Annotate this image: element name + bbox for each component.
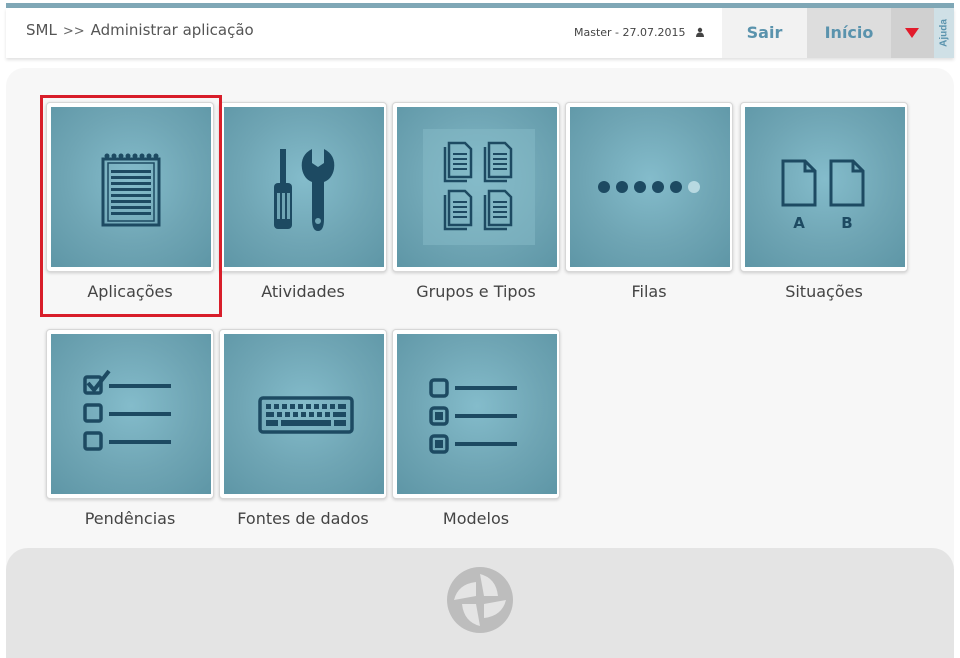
chevron-down-icon	[905, 28, 919, 38]
tile-icon-area: A B	[745, 107, 905, 267]
footer	[6, 548, 954, 658]
user-label: Master - 27.07.2015	[574, 26, 686, 39]
tile-icon-area	[224, 107, 384, 267]
tile-label: Grupos e Tipos	[416, 282, 536, 301]
svg-text:B: B	[841, 214, 852, 232]
tile-label: Pendências	[84, 509, 176, 528]
user-icon	[696, 27, 705, 37]
breadcrumb-current: Administrar aplicação	[90, 21, 254, 39]
brand-logo-icon	[447, 567, 513, 633]
checklist-icon	[83, 369, 171, 451]
tile-label: Situações	[785, 282, 863, 301]
tile-label: Modelos	[442, 509, 510, 528]
pages-ab-icon: A B	[781, 159, 865, 232]
tile-icon-area	[397, 107, 557, 267]
tile-modelos[interactable]: Modelos	[392, 329, 560, 549]
tile-icon-area	[51, 334, 211, 494]
tile-filas[interactable]: Filas	[565, 102, 733, 322]
tile-frame	[219, 102, 387, 272]
tile-label: Atividades	[261, 282, 345, 301]
tile-frame	[46, 329, 214, 499]
tile-icon-area	[570, 107, 730, 267]
help-label: Ajuda	[938, 19, 950, 47]
tile-fontes-de-dados[interactable]: Fontes de dados	[219, 329, 387, 549]
tile-icon-area	[224, 334, 384, 494]
breadcrumb: SML >> Administrar aplicação	[26, 21, 254, 39]
tile-pendencias[interactable]: Pendências	[46, 329, 214, 549]
home-button[interactable]: Início	[807, 8, 891, 58]
selection-highlight	[40, 95, 222, 317]
menu-dropdown-button[interactable]	[891, 8, 934, 58]
tile-frame	[392, 102, 560, 272]
svg-text:A: A	[793, 214, 805, 232]
documents-grid-icon	[423, 129, 535, 245]
tile-situacoes[interactable]: A B Situações	[740, 102, 908, 322]
logout-button[interactable]: Sair	[722, 8, 807, 58]
tile-frame	[392, 329, 560, 499]
radio-list-icon	[429, 378, 517, 454]
breadcrumb-separator: >>	[62, 24, 85, 39]
keyboard-icon	[258, 396, 354, 434]
help-button[interactable]: Ajuda	[934, 8, 954, 58]
breadcrumb-root[interactable]: SML	[26, 21, 57, 39]
tile-frame	[219, 329, 387, 499]
tile-atividades[interactable]: Atividades	[219, 102, 387, 322]
tile-label: Fontes de dados	[237, 509, 369, 528]
tile-frame: A B	[740, 102, 908, 272]
user-info: Master - 27.07.2015	[574, 26, 705, 39]
tile-grupos-e-tipos[interactable]: Grupos e Tipos	[392, 102, 560, 322]
tile-label: Filas	[631, 282, 667, 301]
tools-icon	[274, 149, 335, 231]
header-bar: SML >> Administrar aplicação Master - 27.0…	[6, 8, 954, 58]
tile-frame	[565, 102, 733, 272]
tile-icon-area	[397, 334, 557, 494]
dots-queue-icon	[598, 181, 700, 193]
